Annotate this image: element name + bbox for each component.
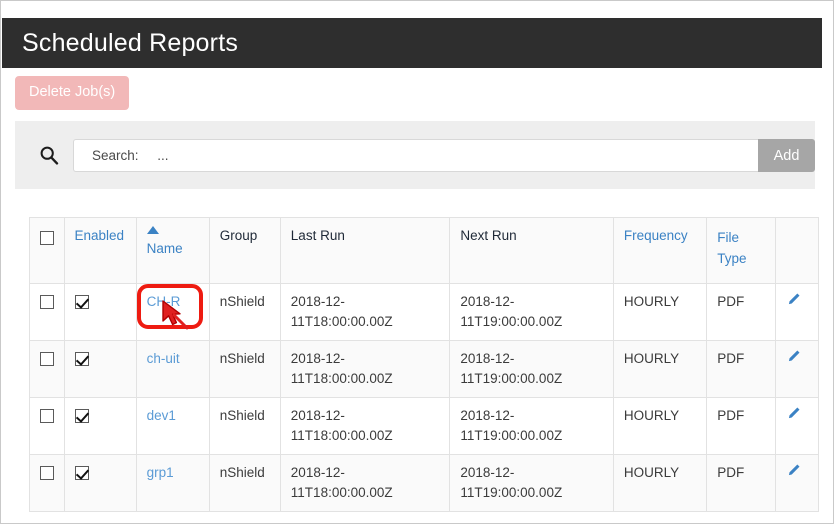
table-row: dev1 nShield 2018-12-11T18:00:00.00Z 201… xyxy=(29,397,819,455)
row-select-cell[interactable] xyxy=(29,283,65,341)
row-file-type-cell: PDF xyxy=(706,340,777,398)
search-input[interactable] xyxy=(73,139,758,172)
column-header-next-run-label: Next Run xyxy=(460,228,517,243)
search-panel: Add xyxy=(15,121,815,189)
column-header-group: Group xyxy=(208,217,281,284)
row-select-checkbox[interactable] xyxy=(40,409,54,424)
report-name-link[interactable]: CH-R xyxy=(147,294,181,309)
column-header-group-label: Group xyxy=(219,228,258,243)
row-last-run-cell: 2018-12-11T18:00:00.00Z xyxy=(279,397,451,455)
column-header-last-run-label: Last Run xyxy=(290,228,345,243)
app-title-bar: Scheduled Reports xyxy=(2,18,822,68)
page-title: Scheduled Reports xyxy=(22,28,239,57)
row-next-run-cell: 2018-12-11T19:00:00.00Z xyxy=(449,454,614,512)
column-header-name[interactable]: Name xyxy=(135,217,210,284)
row-enabled-cell[interactable] xyxy=(63,340,137,398)
row-select-cell[interactable] xyxy=(29,340,65,398)
column-header-actions xyxy=(775,217,819,284)
column-header-enabled[interactable]: Enabled xyxy=(63,217,137,284)
scheduled-reports-table-wrapper: Enabled Name Group Last Run Next Run Fre… xyxy=(29,217,819,512)
report-name-link[interactable]: dev1 xyxy=(147,408,176,423)
scheduled-reports-table: Enabled Name Group Last Run Next Run Fre… xyxy=(29,217,819,512)
column-header-last-run: Last Run xyxy=(279,217,451,284)
row-group-cell: nShield xyxy=(208,454,281,512)
row-name-cell[interactable]: ch-uit xyxy=(135,340,210,398)
row-select-checkbox[interactable] xyxy=(40,295,54,310)
table-body: CH-R nShield 2018-12-11T18:00:00.00Z 201… xyxy=(29,283,819,512)
row-name-cell[interactable]: CH-R xyxy=(135,283,210,341)
row-name-cell[interactable]: dev1 xyxy=(135,397,210,455)
column-header-frequency[interactable]: Frequency xyxy=(612,217,708,284)
row-select-cell[interactable] xyxy=(29,397,65,455)
row-edit-cell[interactable] xyxy=(775,397,819,455)
row-select-checkbox[interactable] xyxy=(40,352,54,367)
pencil-icon[interactable] xyxy=(786,463,801,484)
row-enabled-cell[interactable] xyxy=(63,283,137,341)
row-group-cell: nShield xyxy=(208,340,281,398)
row-group-cell: nShield xyxy=(208,283,281,341)
row-select-cell[interactable] xyxy=(29,454,65,512)
table-row: grp1 nShield 2018-12-11T18:00:00.00Z 201… xyxy=(29,454,819,512)
row-frequency-cell: HOURLY xyxy=(612,454,708,512)
table-header: Enabled Name Group Last Run Next Run Fre… xyxy=(29,217,819,284)
select-all-header[interactable] xyxy=(29,217,65,284)
column-header-next-run: Next Run xyxy=(449,217,614,284)
row-enabled-checkbox[interactable] xyxy=(74,409,89,424)
scheduled-reports-page: Scheduled Reports Delete Job(s) Add xyxy=(0,0,834,524)
row-frequency-cell: HOURLY xyxy=(612,397,708,455)
sort-ascending-icon xyxy=(146,226,159,234)
row-last-run-cell: 2018-12-11T18:00:00.00Z xyxy=(279,283,451,341)
row-edit-cell[interactable] xyxy=(775,283,819,341)
row-file-type-cell: PDF xyxy=(706,283,777,341)
row-frequency-cell: HOURLY xyxy=(612,283,708,341)
row-next-run-cell: 2018-12-11T19:00:00.00Z xyxy=(449,340,614,398)
row-enabled-cell[interactable] xyxy=(63,397,137,455)
select-all-checkbox[interactable] xyxy=(40,231,54,246)
pencil-icon[interactable] xyxy=(786,406,801,427)
column-header-name-label: Name xyxy=(146,241,183,256)
row-next-run-cell: 2018-12-11T19:00:00.00Z xyxy=(449,283,614,341)
search-icon xyxy=(39,145,59,165)
row-edit-cell[interactable] xyxy=(775,340,819,398)
add-button[interactable]: Add xyxy=(758,139,815,172)
row-file-type-cell: PDF xyxy=(706,397,777,455)
row-enabled-checkbox[interactable] xyxy=(74,295,89,310)
report-name-link[interactable]: ch-uit xyxy=(147,351,180,366)
pencil-icon[interactable] xyxy=(786,292,801,313)
toolbar: Delete Job(s) xyxy=(15,76,815,112)
column-header-file-type-line1: File xyxy=(717,230,740,245)
table-row: ch-uit nShield 2018-12-11T18:00:00.00Z 2… xyxy=(29,340,819,398)
row-enabled-checkbox[interactable] xyxy=(74,466,89,481)
row-next-run-cell: 2018-12-11T19:00:00.00Z xyxy=(449,397,614,455)
row-frequency-cell: HOURLY xyxy=(612,340,708,398)
table-header-row: Enabled Name Group Last Run Next Run Fre… xyxy=(29,217,819,284)
column-header-file-type[interactable]: File Type xyxy=(706,217,777,284)
column-header-enabled-label: Enabled xyxy=(74,228,125,243)
search-bar: Add xyxy=(73,139,815,172)
row-file-type-cell: PDF xyxy=(706,454,777,512)
row-enabled-checkbox[interactable] xyxy=(74,352,89,367)
pencil-icon[interactable] xyxy=(786,349,801,370)
delete-jobs-button[interactable]: Delete Job(s) xyxy=(15,76,130,110)
row-edit-cell[interactable] xyxy=(775,454,819,512)
row-last-run-cell: 2018-12-11T18:00:00.00Z xyxy=(279,454,451,512)
row-select-checkbox[interactable] xyxy=(40,466,54,481)
row-last-run-cell: 2018-12-11T18:00:00.00Z xyxy=(279,340,451,398)
column-header-file-type-line2: Type xyxy=(717,250,747,266)
table-row: CH-R nShield 2018-12-11T18:00:00.00Z 201… xyxy=(29,283,819,341)
row-group-cell: nShield xyxy=(208,397,281,455)
row-enabled-cell[interactable] xyxy=(63,454,137,512)
report-name-link[interactable]: grp1 xyxy=(147,465,174,480)
column-header-frequency-label: Frequency xyxy=(623,228,688,243)
row-name-cell[interactable]: grp1 xyxy=(135,454,210,512)
